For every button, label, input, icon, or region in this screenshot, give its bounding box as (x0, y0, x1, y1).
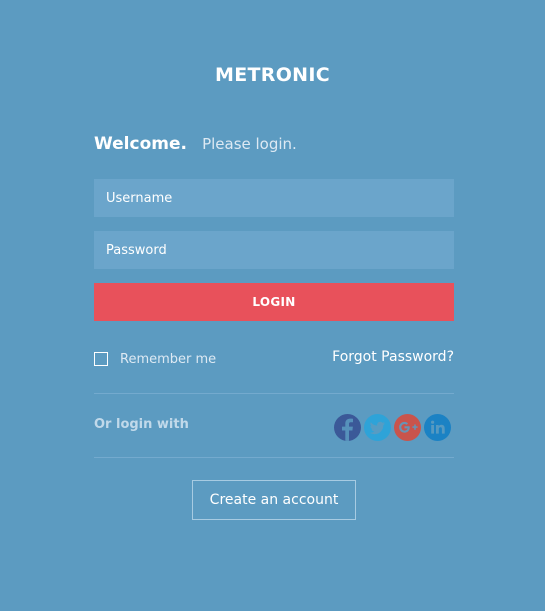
remember-me-label: Remember me (120, 351, 217, 367)
welcome-heading: Welcome. Please login. (94, 134, 454, 154)
social-login-buttons (334, 414, 454, 441)
login-page: METRONIC Welcome. Please login. LOGIN Re… (0, 0, 545, 611)
divider (94, 457, 454, 458)
welcome-title: Welcome. (94, 134, 187, 154)
remember-me[interactable]: Remember me (94, 350, 216, 368)
create-account-button[interactable]: Create an account (192, 480, 356, 520)
google-plus-icon[interactable] (394, 414, 421, 441)
brand-logo: METRONIC (215, 64, 330, 86)
username-input[interactable] (94, 179, 454, 217)
twitter-icon[interactable] (364, 414, 391, 441)
remember-me-checkbox[interactable] (94, 352, 108, 366)
forgot-password-link[interactable]: Forgot Password? (332, 349, 454, 365)
welcome-subtitle: Please login. (202, 135, 297, 153)
linkedin-icon[interactable] (424, 414, 451, 441)
divider (94, 393, 454, 394)
social-login-label: Or login with (94, 417, 189, 432)
password-input[interactable] (94, 231, 454, 269)
login-button[interactable]: LOGIN (94, 283, 454, 321)
facebook-icon[interactable] (334, 414, 361, 441)
